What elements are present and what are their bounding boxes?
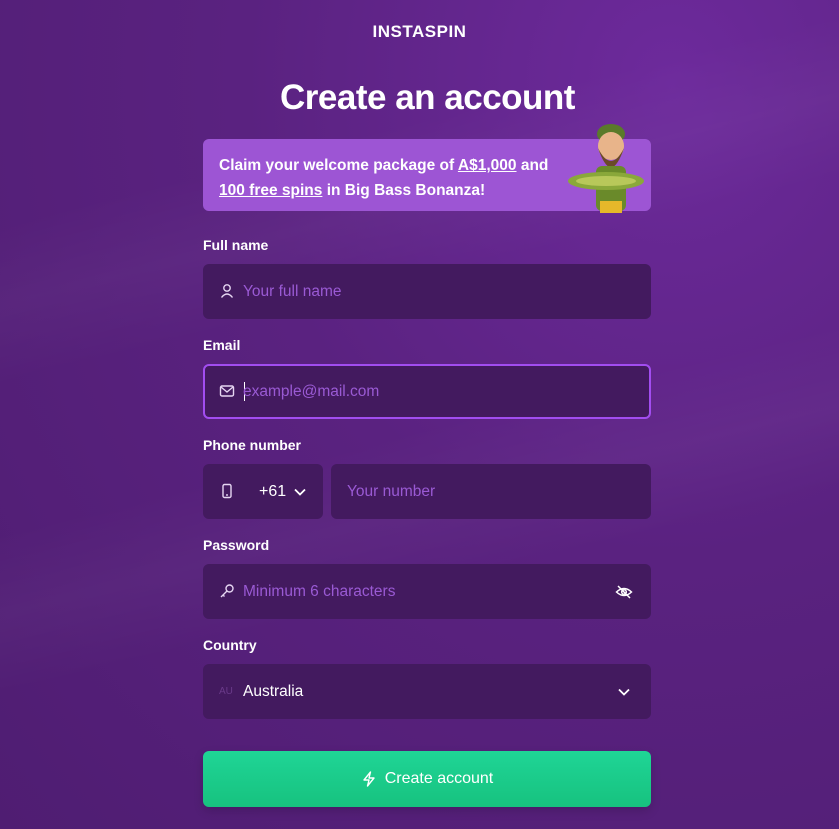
email-placeholder: example@mail.com: [243, 383, 380, 400]
country-code-value: +61: [259, 483, 287, 500]
email-field[interactable]: example@mail.com: [203, 364, 651, 419]
key-icon: [220, 584, 234, 598]
phone-label: Phone number: [203, 437, 302, 453]
promo-text: and: [516, 157, 549, 174]
promo-amount-link[interactable]: A$1,000: [458, 157, 517, 174]
create-account-label: Create account: [384, 770, 494, 787]
bolt-icon: [363, 771, 375, 787]
create-account-button[interactable]: Create account: [203, 751, 651, 807]
country-value: Australia: [243, 683, 304, 700]
email-label: Email: [203, 337, 241, 353]
phone-icon: [222, 483, 232, 499]
country-code-select[interactable]: +61: [203, 464, 323, 519]
phone-number-field[interactable]: Your number: [331, 464, 651, 519]
promo-text: in Big Bass Bonanza!: [322, 182, 486, 199]
full-name-placeholder: Your full name: [243, 283, 342, 300]
chevron-down-icon: [294, 488, 306, 496]
country-flag: AU: [219, 686, 233, 697]
country-select[interactable]: AU Australia: [203, 664, 651, 719]
promo-spins-link[interactable]: 100 free spins: [219, 182, 322, 199]
chevron-down-icon: [618, 688, 630, 696]
password-placeholder: Minimum 6 characters: [243, 583, 396, 600]
page-title: Create an account: [280, 78, 575, 117]
promo-text: Claim your welcome package of: [219, 157, 458, 174]
phone-number-placeholder: Your number: [347, 483, 436, 500]
password-label: Password: [203, 537, 270, 553]
password-field[interactable]: Minimum 6 characters: [203, 564, 651, 619]
fisherman-mascot-image: [568, 124, 644, 213]
user-icon: [220, 284, 234, 298]
country-label: Country: [203, 637, 257, 653]
eye-off-icon[interactable]: [615, 583, 633, 601]
full-name-field[interactable]: Your full name: [203, 264, 651, 319]
brand-logo[interactable]: INSTASPIN: [0, 22, 839, 42]
mail-icon: [219, 385, 235, 397]
full-name-label: Full name: [203, 237, 269, 253]
